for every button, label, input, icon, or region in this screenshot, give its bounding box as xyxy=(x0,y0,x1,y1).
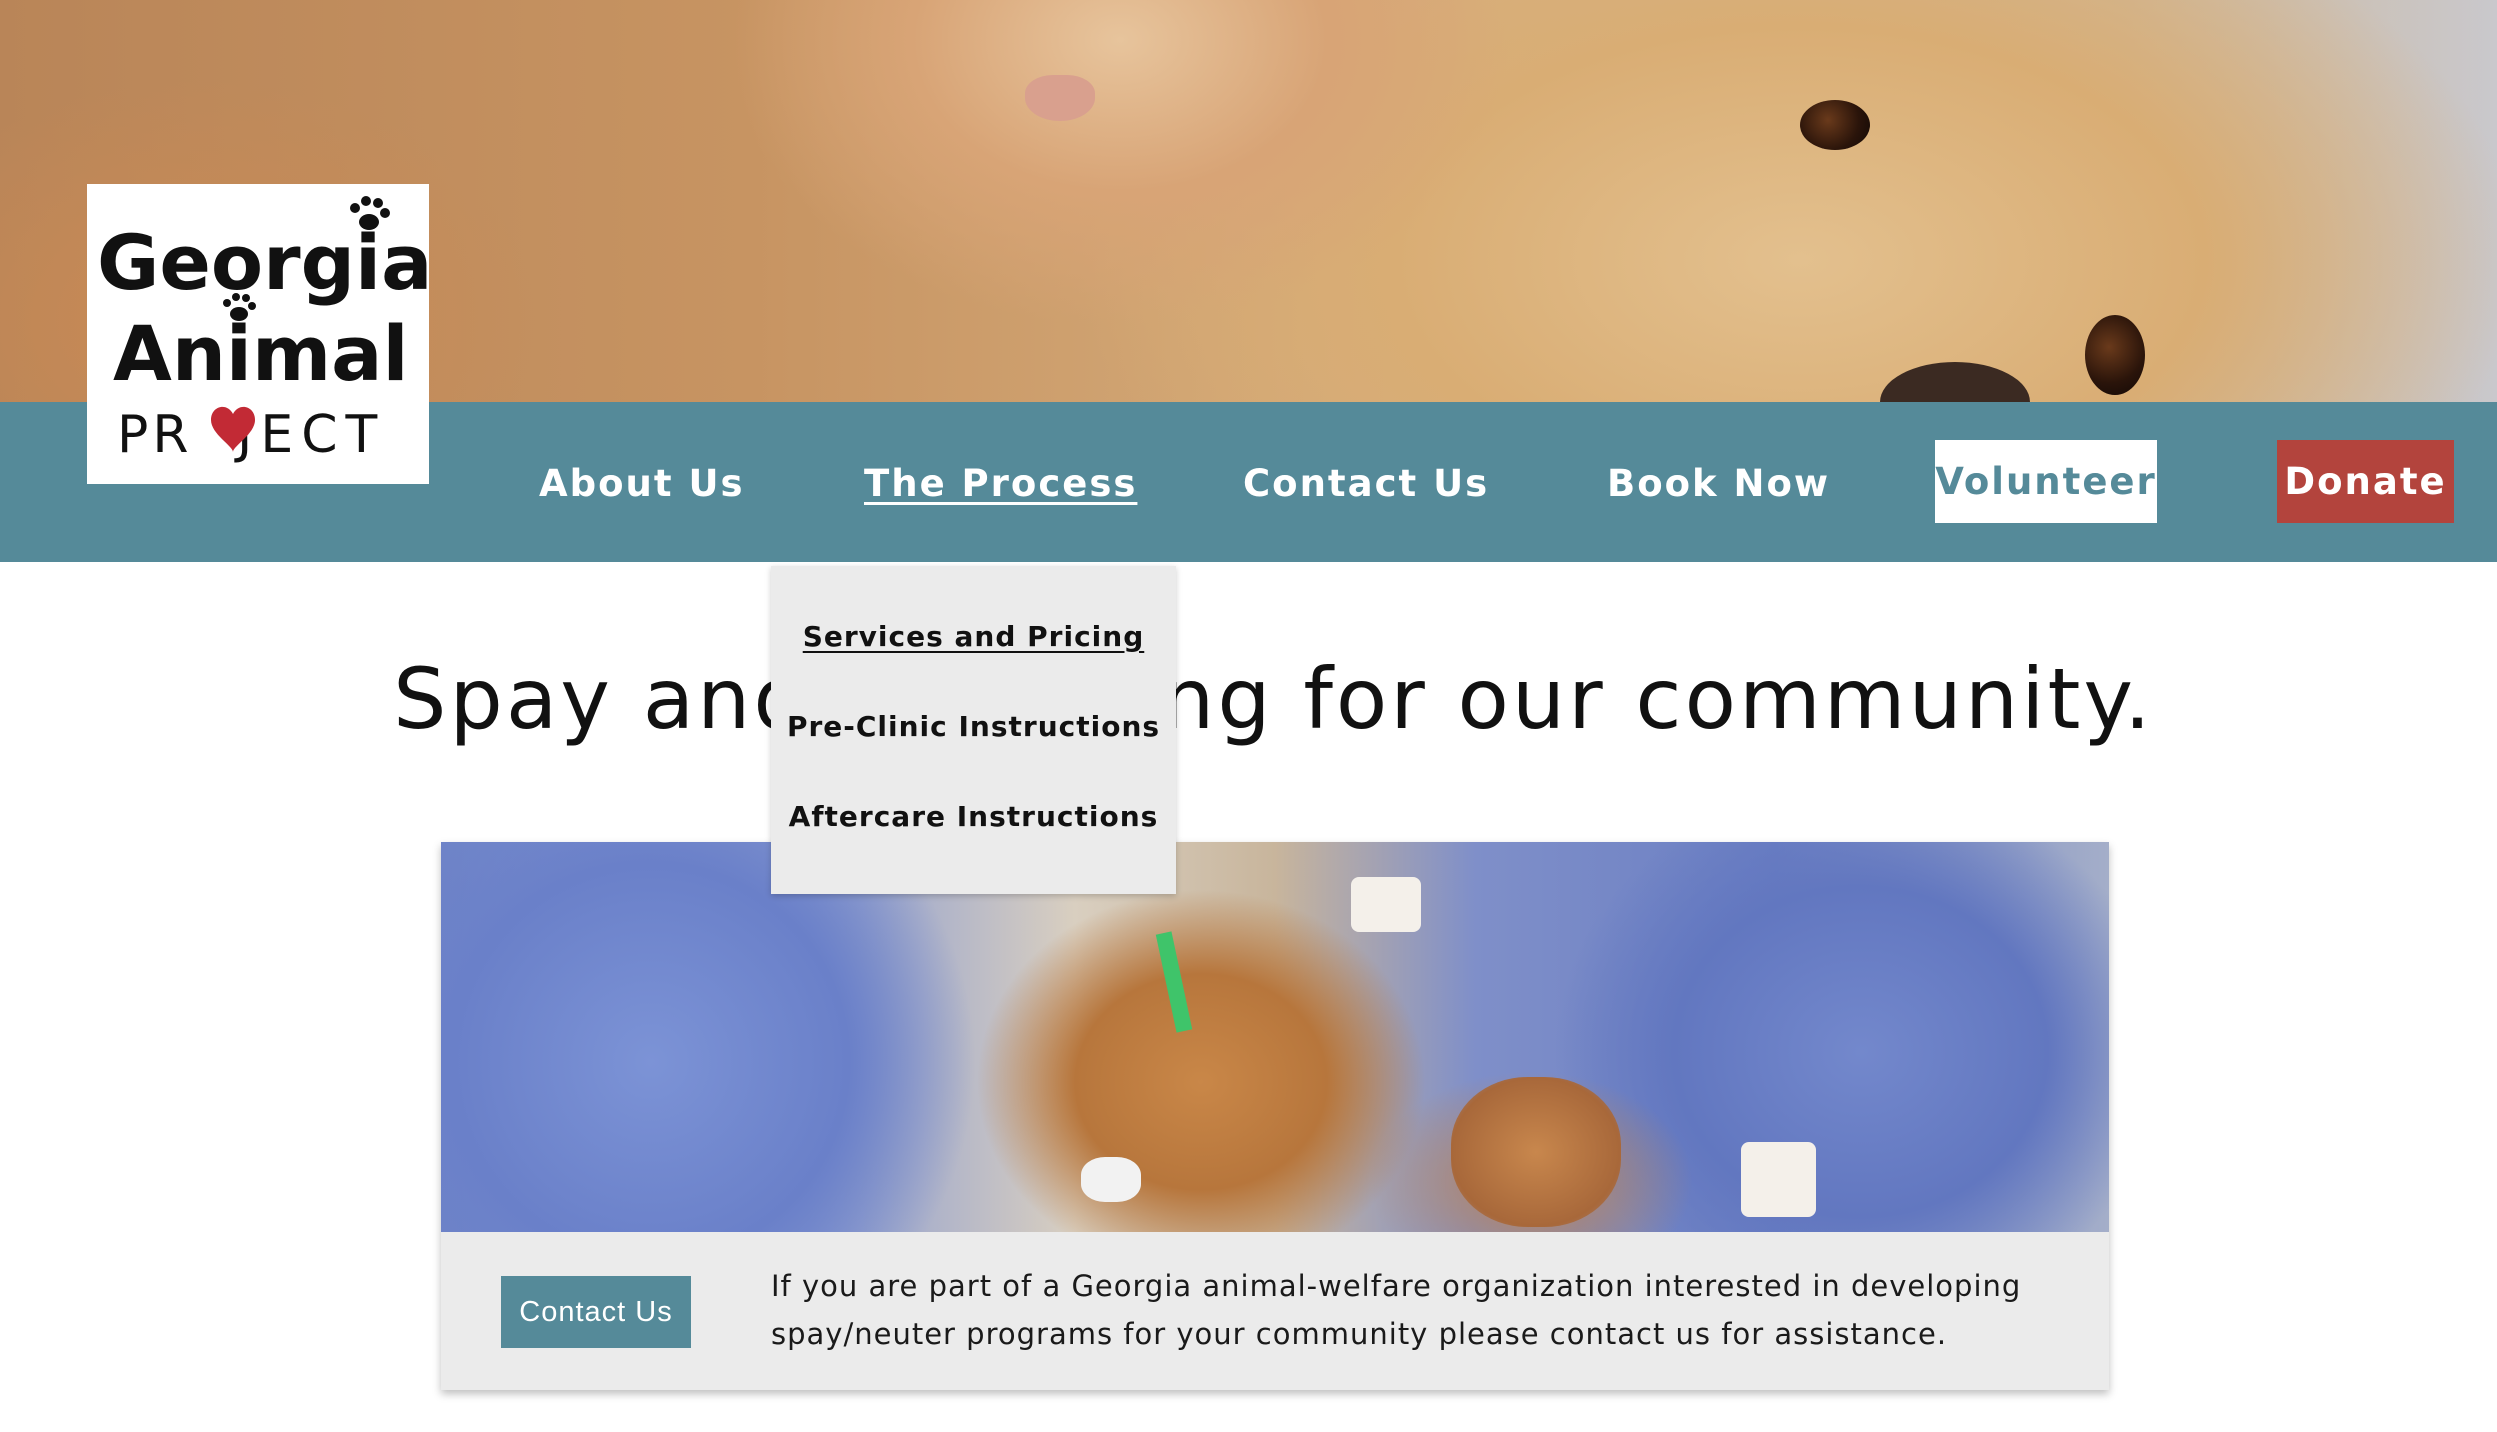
puppy-face xyxy=(1451,1077,1621,1227)
cat-nose xyxy=(1025,75,1095,121)
donate-button[interactable]: Donate xyxy=(2277,440,2454,523)
card-description: If you are part of a Georgia animal-welf… xyxy=(771,1269,2022,1351)
volunteer-button[interactable]: Volunteer xyxy=(1935,440,2157,523)
name-tag xyxy=(1351,877,1421,932)
info-card: Contact Us If you are part of a Georgia … xyxy=(441,842,2109,1390)
nav-contact-us[interactable]: Contact Us xyxy=(1243,462,1489,506)
logo-line-project-right: JECT xyxy=(234,405,385,465)
dropdown-pre-clinic-instructions[interactable]: Pre-Clinic Instructions xyxy=(771,710,1176,743)
dropdown-services-and-pricing[interactable]: Services and Pricing xyxy=(771,620,1176,653)
logo-graphic: Georgia Animal PR JECT xyxy=(97,196,429,465)
nav-the-process[interactable]: The Process xyxy=(864,462,1137,506)
contact-us-button[interactable]: Contact Us xyxy=(501,1276,691,1348)
nav-about-us[interactable]: About Us xyxy=(539,462,745,506)
gauze xyxy=(1081,1157,1141,1202)
tape-strip xyxy=(1155,931,1193,1033)
process-dropdown-menu: Services and Pricing Pre-Clinic Instruct… xyxy=(771,566,1176,894)
vet-team-photo xyxy=(441,842,2109,1232)
dog-eye-right xyxy=(2085,315,2145,395)
dog-nose xyxy=(1880,362,2030,402)
logo-line-animal: Animal xyxy=(113,309,409,398)
page-headline: Spay and neutering for our community. xyxy=(393,650,2154,748)
nav-book-now[interactable]: Book Now xyxy=(1607,462,1830,506)
name-tag-2 xyxy=(1741,1142,1816,1217)
site-logo[interactable]: Georgia Animal PR JECT xyxy=(87,184,429,484)
logo-line-georgia: Georgia xyxy=(97,218,429,307)
dropdown-aftercare-instructions[interactable]: Aftercare Instructions xyxy=(771,800,1176,833)
dog-eye-left xyxy=(1800,100,1870,150)
logo-line-project-left: PR xyxy=(117,405,193,465)
